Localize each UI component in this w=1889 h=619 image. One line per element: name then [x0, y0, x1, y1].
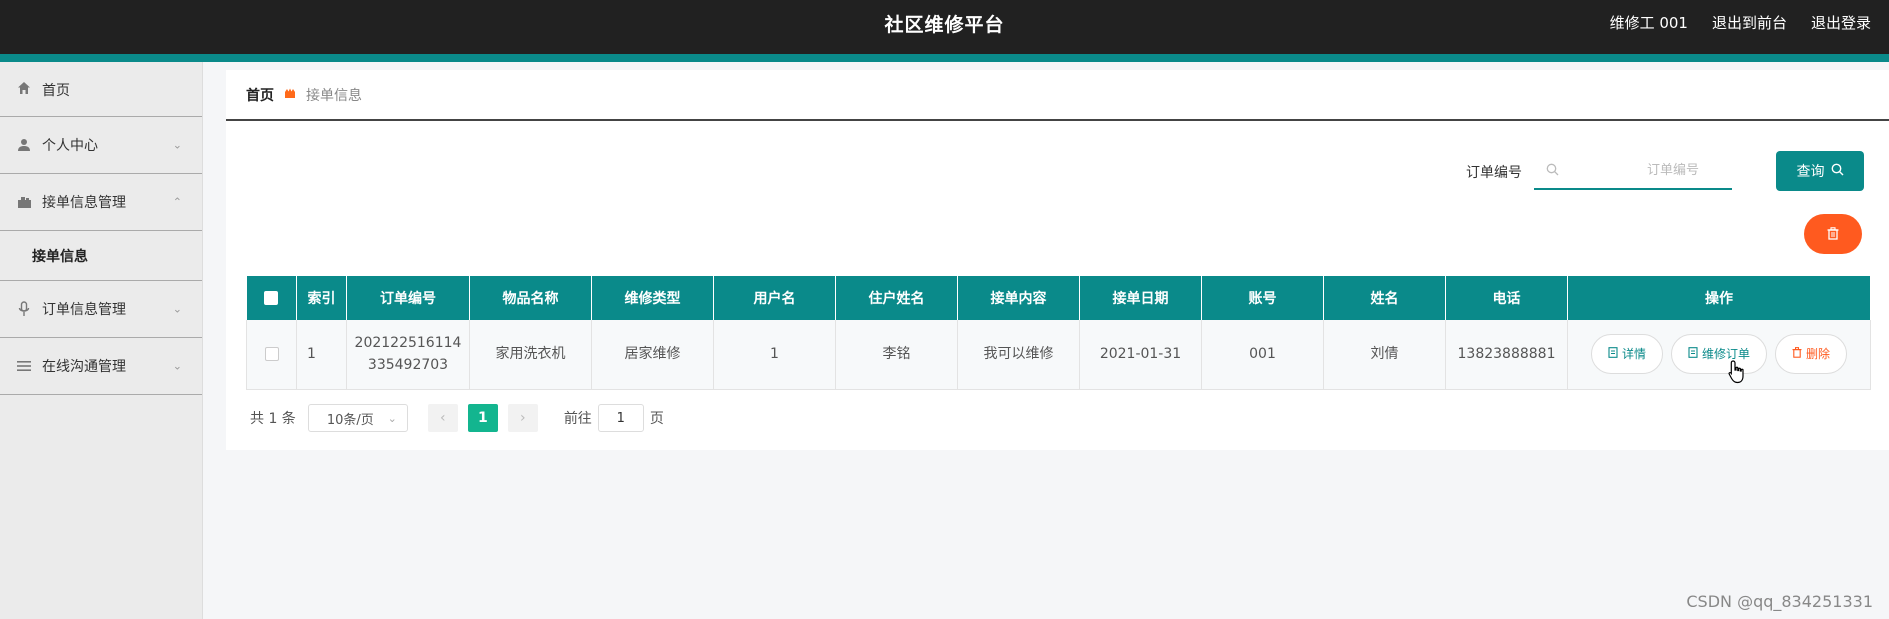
trash-icon: [1792, 343, 1802, 365]
order-accept-table: 索引 订单编号 物品名称 维修类型 用户名 住户姓名 接单内容 接单日期 账号 …: [246, 276, 1871, 390]
breadcrumb-separator-icon: [284, 87, 296, 103]
pagination-total: 共 1 条: [250, 411, 296, 427]
sidebar-item-profile[interactable]: 个人中心 ⌄: [0, 117, 202, 174]
sidebar-item-label: 接单信息管理: [42, 195, 126, 211]
table-row: 1 202122516114 335492703 家用洗衣机 居家维修 1 李铭…: [246, 320, 1871, 390]
row-checkbox[interactable]: [264, 347, 279, 362]
chevron-down-icon: ⌄: [172, 138, 182, 152]
detail-button-label: 详情: [1621, 347, 1646, 362]
sidebar-item-label: 订单信息管理: [42, 302, 126, 318]
cell-order-number: 202122516114 335492703: [346, 320, 470, 390]
search-icon: [1831, 163, 1844, 180]
column-header: 操作: [1567, 276, 1871, 320]
sidebar-item-label: 在线沟通管理: [42, 359, 126, 375]
breadcrumb: 首页 接单信息: [226, 70, 1889, 121]
home-icon: [16, 80, 32, 96]
column-header: 账号: [1201, 276, 1324, 320]
goto-label: 前往: [563, 411, 592, 427]
microphone-icon: [16, 301, 32, 317]
table-header-row: 索引 订单编号 物品名称 维修类型 用户名 住户姓名 接单内容 接单日期 账号 …: [246, 276, 1871, 320]
sidebar-subitem-order-accept-info[interactable]: 接单信息: [0, 231, 202, 281]
main-panel: 首页 接单信息 订单编号 查询 索引: [226, 70, 1889, 450]
sidebar-item-label: 个人中心: [42, 138, 98, 154]
sidebar: 首页 个人中心 ⌄ 接单信息管理 ⌃ 接单信息 订单信息管理 ⌄ 在线沟通管理 …: [0, 62, 203, 619]
cell-repair-type: 居家维修: [591, 320, 714, 390]
search-icon: [1546, 161, 1559, 180]
cell-accept-content: 我可以维修: [957, 320, 1080, 390]
hand-cursor-icon: [1728, 360, 1746, 388]
chevron-down-icon: ⌄: [172, 302, 182, 316]
delete-button-label: 删除: [1806, 347, 1831, 362]
user-icon: [16, 137, 32, 153]
prev-page-button[interactable]: ‹: [427, 404, 458, 432]
cell-actions: 详情 维修订单 删除: [1567, 320, 1871, 390]
page-size-value: 10条/页: [326, 412, 374, 428]
search-field-wrapper: [1534, 152, 1732, 190]
document-icon: [1688, 343, 1698, 365]
repair-order-button[interactable]: 维修订单: [1670, 334, 1767, 375]
row-actions: 详情 维修订单 删除: [1568, 334, 1870, 375]
column-header: 住户姓名: [835, 276, 958, 320]
chevron-down-icon: ⌄: [387, 411, 397, 425]
pagination: 共 1 条 10条/页 ⌄ ‹ 1 › 前往 页: [250, 404, 664, 432]
column-header: 维修类型: [591, 276, 714, 320]
header-actions: 维修工 001 退出到前台 退出登录: [1610, 12, 1871, 33]
next-page-button[interactable]: ›: [507, 404, 538, 432]
trash-icon: [1827, 225, 1839, 244]
column-header: 接单日期: [1079, 276, 1202, 320]
query-button-label: 查询: [1796, 164, 1825, 180]
top-header: 社区维修平台 维修工 001 退出到前台 退出登录: [0, 0, 1889, 62]
chevron-up-icon: ⌃: [172, 195, 182, 209]
current-user-label[interactable]: 维修工 001: [1610, 12, 1688, 33]
page-number-button[interactable]: 1: [467, 404, 498, 432]
detail-button[interactable]: 详情: [1590, 334, 1663, 375]
sidebar-item-label: 首页: [42, 83, 70, 99]
order-number-line: 335492703: [367, 357, 449, 374]
delete-button[interactable]: 删除: [1775, 334, 1848, 375]
select-all-checkbox-cell[interactable]: [246, 276, 297, 320]
column-header: 电话: [1445, 276, 1568, 320]
cell-resident-name: 李铭: [835, 320, 958, 390]
app-title: 社区维修平台: [884, 14, 1005, 36]
document-icon: [1608, 343, 1618, 365]
sidebar-item-online-chat-management[interactable]: 在线沟通管理 ⌄: [0, 338, 202, 395]
watermark: CSDN @qq_834251331: [1686, 592, 1873, 611]
list-icon: [16, 358, 32, 374]
batch-delete-button[interactable]: [1804, 214, 1862, 254]
sidebar-item-order-management[interactable]: 订单信息管理 ⌄: [0, 281, 202, 338]
column-header: 用户名: [713, 276, 836, 320]
query-button[interactable]: 查询: [1776, 151, 1864, 191]
page-suffix-label: 页: [649, 411, 664, 427]
search-label: 订单编号: [1466, 165, 1522, 181]
sidebar-item-order-accept-management[interactable]: 接单信息管理 ⌃: [0, 174, 202, 231]
cell-username: 1: [713, 320, 836, 390]
column-header: 订单编号: [346, 276, 470, 320]
chevron-down-icon: ⌄: [172, 359, 182, 373]
cell-item-name: 家用洗衣机: [469, 320, 592, 390]
goto-page-input[interactable]: [597, 404, 644, 432]
sidebar-item-home[interactable]: 首页: [0, 62, 202, 117]
cell-account: 001: [1201, 320, 1324, 390]
page-size-select[interactable]: 10条/页 ⌄: [307, 404, 408, 432]
order-number-line: 202122516114: [354, 335, 462, 352]
header-accent-bar: [0, 54, 1889, 62]
cell-phone: 13823888881: [1445, 320, 1568, 390]
column-header: 接单内容: [957, 276, 1080, 320]
row-checkbox-cell[interactable]: [246, 320, 297, 390]
select-all-checkbox[interactable]: [264, 291, 279, 305]
column-header: 物品名称: [469, 276, 592, 320]
order-number-search-input[interactable]: [1559, 155, 1729, 185]
breadcrumb-current: 接单信息: [306, 87, 362, 104]
logout-link[interactable]: 退出登录: [1811, 12, 1871, 33]
column-header: 索引: [296, 276, 347, 320]
cell-index: 1: [296, 320, 347, 390]
cell-name: 刘倩: [1323, 320, 1446, 390]
cell-accept-date: 2021-01-31: [1079, 320, 1202, 390]
back-to-front-link[interactable]: 退出到前台: [1712, 12, 1787, 33]
briefcase-icon: [16, 194, 32, 210]
breadcrumb-home[interactable]: 首页: [246, 85, 274, 105]
column-header: 姓名: [1323, 276, 1446, 320]
